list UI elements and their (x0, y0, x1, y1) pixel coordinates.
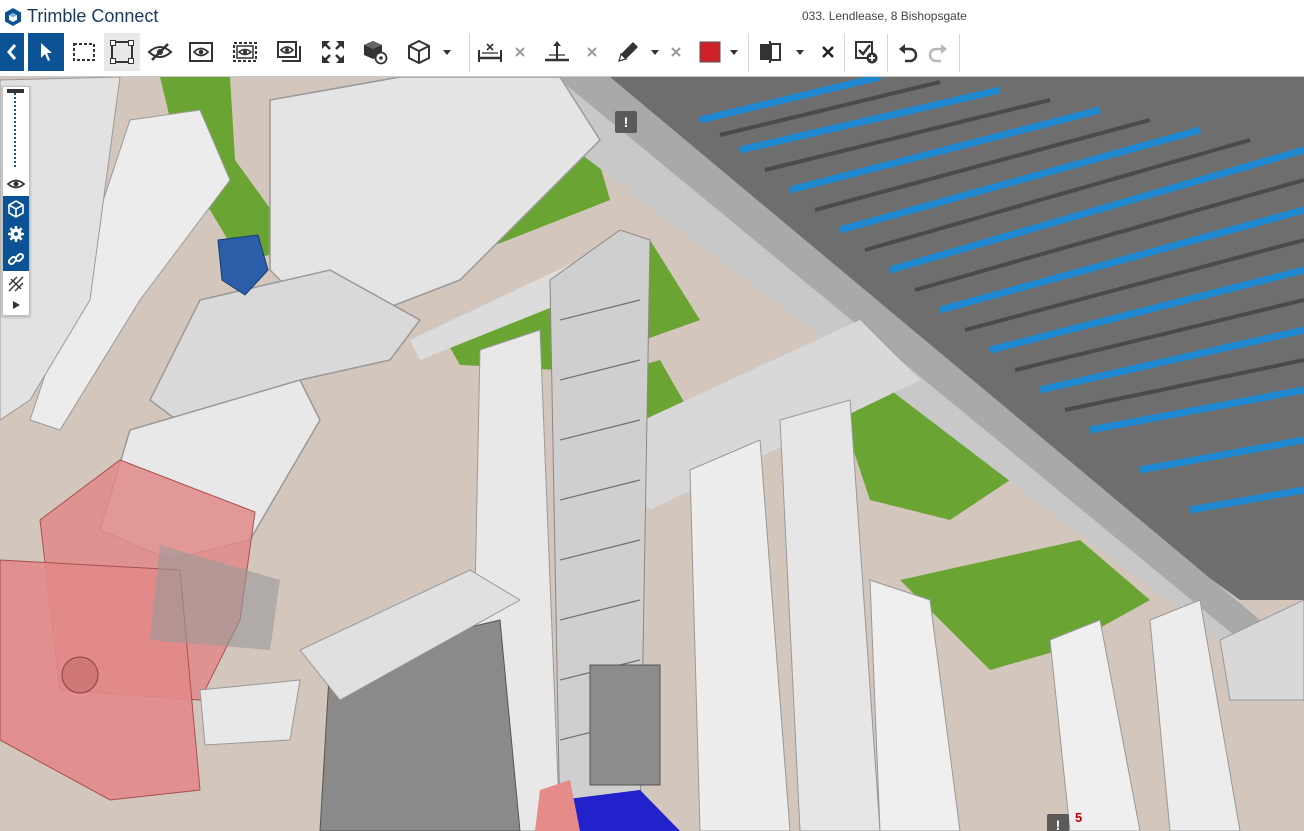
expand-right-icon (13, 300, 20, 309)
red-box-knob (61, 656, 99, 694)
pencil-dropdown[interactable] (646, 33, 664, 71)
caret-down-icon (443, 50, 451, 55)
back-button[interactable] (0, 33, 24, 71)
eye-slash-icon (147, 43, 173, 61)
corner-brackets-icon (110, 40, 134, 64)
dashed-rectangle-icon (73, 43, 95, 61)
measure-point-icon (545, 41, 569, 62)
eye-stack-icon (277, 41, 301, 62)
hide-button[interactable] (142, 33, 178, 71)
visibility-button[interactable] (3, 171, 29, 196)
box-select-button[interactable] (66, 33, 102, 71)
settings-button[interactable] (3, 221, 29, 246)
cube-gear-icon (364, 41, 388, 65)
title-bar: Trimble Connect 033. Lendlease, 8 Bishop… (0, 0, 1304, 30)
section-plane-icon (760, 41, 781, 63)
redo-button[interactable] (920, 33, 956, 71)
close-icon (587, 47, 597, 57)
link-button[interactable] (3, 246, 29, 271)
fit-view-button[interactable] (315, 33, 351, 71)
checklist-add-icon (855, 41, 878, 64)
3d-viewport[interactable]: ! ! 5 (0, 77, 1304, 831)
expand-arrows-icon (322, 41, 344, 63)
side-panel (2, 86, 30, 316)
project-title: 033. Lendlease, 8 Bishopsgate (802, 9, 967, 23)
redo-icon (928, 44, 947, 63)
cube-icon (8, 199, 24, 218)
app-name: Trimble Connect (27, 6, 159, 26)
markup-pencil-button[interactable] (610, 33, 646, 71)
chevron-left-icon (7, 44, 17, 60)
clash-marker[interactable]: ! (1047, 814, 1069, 831)
clash-count: 5 (1075, 810, 1083, 825)
gear-icon (8, 225, 24, 242)
toolbar-separator (748, 34, 749, 72)
grey-panel (199, 679, 301, 746)
measure-distance-icon (478, 43, 502, 62)
section-plane-button[interactable] (752, 33, 788, 71)
trimble-logo-icon (5, 7, 21, 26)
clear-section-button[interactable] (819, 33, 837, 71)
clear-measure-distance[interactable] (511, 33, 529, 71)
view-cube-dropdown[interactable] (438, 33, 456, 71)
close-icon (515, 47, 525, 57)
color-swatch-icon (699, 41, 721, 63)
bim-model-scene[interactable] (0, 77, 1304, 831)
undo-icon (899, 44, 918, 63)
view-cube-button[interactable] (401, 33, 437, 71)
link-icon (7, 252, 25, 265)
section-dropdown[interactable] (791, 33, 809, 71)
pointer-icon (41, 43, 52, 61)
isolate-button[interactable] (183, 33, 219, 71)
main-toolbar (0, 30, 1304, 77)
caret-down-icon (730, 50, 738, 55)
close-icon (671, 47, 681, 57)
toolbar-separator (887, 34, 888, 72)
eye-icon (7, 179, 25, 188)
close-icon (822, 46, 834, 58)
models-button[interactable] (3, 196, 29, 221)
caret-down-icon (796, 50, 804, 55)
eye-dashed-frame-icon (233, 42, 257, 62)
color-dropdown[interactable] (725, 33, 743, 71)
fit-selection-button[interactable] (104, 33, 140, 71)
markup-color-button[interactable] (692, 33, 728, 71)
trimble-logo: Trimble Connect (4, 6, 158, 27)
select-tool-button[interactable] (28, 33, 64, 71)
clear-measure-point[interactable] (583, 33, 601, 71)
clash-marker[interactable]: ! (615, 111, 637, 133)
cube-outline-icon (408, 39, 430, 65)
measure-point-button[interactable] (539, 33, 575, 71)
view-slider[interactable] (14, 93, 20, 167)
toolbar-separator (959, 34, 960, 72)
isolate-dashed-button[interactable] (227, 33, 263, 71)
pencil-icon (618, 42, 638, 62)
toolbar-separator (469, 34, 470, 72)
measure-distance-button[interactable] (472, 33, 508, 71)
caret-down-icon (651, 50, 659, 55)
show-all-button[interactable] (271, 33, 307, 71)
junction-box (589, 664, 661, 786)
expand-panel-button[interactable] (3, 292, 29, 317)
laser-icon (8, 276, 24, 291)
eye-frame-icon (189, 42, 213, 62)
clear-markup[interactable] (667, 33, 685, 71)
toolbar-separator (844, 34, 845, 72)
create-todo-button[interactable] (848, 33, 884, 71)
object-properties-button[interactable] (357, 33, 393, 71)
